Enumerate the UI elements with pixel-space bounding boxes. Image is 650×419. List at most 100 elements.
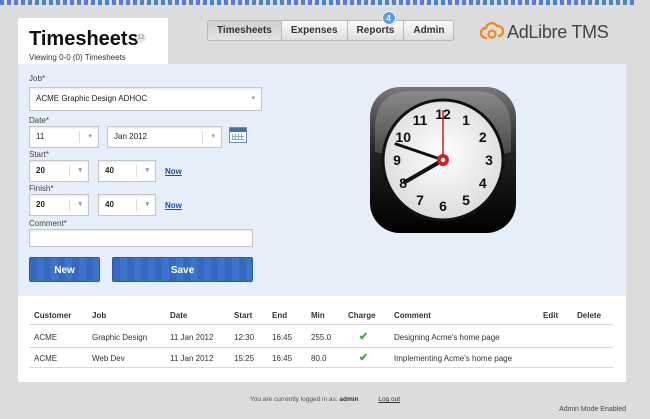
cell-customer: ACME xyxy=(34,354,58,363)
cell-date: 11 Jan 2012 xyxy=(170,354,214,363)
calendar-icon-grid xyxy=(232,134,244,140)
col-start: Start xyxy=(234,311,253,320)
cell-min: 255.0 xyxy=(311,333,332,342)
footer: You are currently logged in as: admin Lo… xyxy=(0,396,650,403)
tab-admin[interactable]: Admin xyxy=(404,21,453,40)
top-stripe xyxy=(0,0,650,5)
job-label: Job* xyxy=(29,74,46,83)
check-icon: ✔ xyxy=(359,331,369,343)
reports-badge: 4 xyxy=(381,11,396,25)
row-divider xyxy=(29,347,613,348)
page-title: Timesheets xyxy=(29,28,139,50)
new-button[interactable]: New xyxy=(29,257,100,282)
cell-start: 12:30 xyxy=(234,333,255,342)
main-nav: Timesheets Expenses Reports 4 Admin xyxy=(207,11,455,41)
save-button[interactable]: Save xyxy=(112,257,253,282)
select-separator xyxy=(79,131,80,143)
row-divider xyxy=(29,367,613,368)
col-date: Date xyxy=(170,311,188,320)
clock-numeral: 5 xyxy=(462,192,470,208)
clock-numeral: 6 xyxy=(439,198,447,214)
date-month-value: Jan 2012 xyxy=(114,132,147,141)
start-hour-select[interactable]: 20 ▾ xyxy=(29,160,89,182)
cell-end: 16:45 xyxy=(272,333,293,342)
start-minute-select[interactable]: 40 ▾ xyxy=(98,160,156,182)
select-separator xyxy=(202,131,203,143)
finish-label: Finish* xyxy=(29,184,54,193)
chevron-down-icon: ▾ xyxy=(78,167,82,174)
col-comment: Comment xyxy=(394,311,431,320)
col-customer: Customer xyxy=(34,311,72,320)
brand-logo: AdLibre TMS xyxy=(480,19,609,45)
select-separator xyxy=(136,165,137,177)
cell-job: Web Dev xyxy=(92,354,125,363)
cell-customer: ACME xyxy=(34,333,58,342)
date-month-select[interactable]: Jan 2012 ▾ xyxy=(107,126,222,148)
clock-numeral: 11 xyxy=(413,112,428,128)
select-separator xyxy=(69,199,70,211)
col-min: Min xyxy=(311,311,325,320)
cell-comment: Implementing Acme's home page xyxy=(394,354,513,363)
logged-in-user: admin xyxy=(339,396,359,403)
chevron-down-icon: ▾ xyxy=(145,201,149,208)
col-end: End xyxy=(272,311,288,320)
page-edge xyxy=(636,0,650,419)
job-select-value: ACME Graphic Design ADHOC xyxy=(36,94,148,103)
brand-suffix: TMS xyxy=(571,21,609,42)
finish-minute-select[interactable]: 40 ▾ xyxy=(98,194,156,216)
select-separator xyxy=(69,165,70,177)
chevron-down-icon: ▾ xyxy=(251,95,255,102)
start-now-link[interactable]: Now xyxy=(165,167,182,176)
logout-link[interactable]: Log out xyxy=(378,396,400,403)
brand-name: AdLibre xyxy=(507,21,567,42)
tab-timesheets[interactable]: Timesheets xyxy=(208,21,282,40)
chevron-down-icon: ▾ xyxy=(145,167,149,174)
start-label: Start* xyxy=(29,150,50,159)
col-edit: Edit xyxy=(543,311,559,320)
comment-label: Comment* xyxy=(29,219,67,228)
comment-input[interactable] xyxy=(29,229,253,247)
logged-in-text: You are currently logged in as: xyxy=(249,396,338,403)
check-icon: ✔ xyxy=(359,352,369,364)
clock-icon: 12 1234567891011 xyxy=(370,87,516,233)
chevron-down-icon: ▾ xyxy=(78,201,82,208)
select-separator xyxy=(136,199,137,211)
admin-mode-status: Admin Mode Enabled xyxy=(559,406,626,413)
col-charge: Charge xyxy=(348,311,376,320)
clock-numeral: 3 xyxy=(485,152,493,168)
calendar-icon-header xyxy=(230,128,246,132)
finish-minute-value: 40 xyxy=(105,200,114,209)
cell-date: 11 Jan 2012 xyxy=(170,333,214,342)
date-day-select[interactable]: 11 ▾ xyxy=(29,126,99,148)
tab-reports[interactable]: Reports 4 xyxy=(348,11,405,40)
finish-hour-select[interactable]: 20 ▾ xyxy=(29,194,89,216)
title-badge: 12 xyxy=(136,33,146,43)
cell-end: 16:45 xyxy=(272,354,293,363)
date-day-value: 11 xyxy=(36,132,45,141)
start-hour-value: 20 xyxy=(36,166,45,175)
clock-numeral: 2 xyxy=(479,129,487,145)
page-subtitle: Viewing 0-0 (0) Timesheets xyxy=(29,53,126,62)
clock-numeral: 10 xyxy=(395,129,411,145)
job-select[interactable]: ACME Graphic Design ADHOC ▾ xyxy=(29,87,262,111)
chevron-down-icon: ▾ xyxy=(88,133,92,140)
tab-expenses[interactable]: Expenses xyxy=(282,21,348,40)
start-minute-value: 40 xyxy=(105,166,114,175)
finish-now-link[interactable]: Now xyxy=(165,201,182,210)
cell-start: 15:25 xyxy=(234,354,255,363)
cell-min: 80.0 xyxy=(311,354,327,363)
clock-numeral: 1 xyxy=(462,112,470,128)
date-label: Date* xyxy=(29,116,50,125)
cloud-icon xyxy=(480,21,504,40)
clock-numeral: 9 xyxy=(393,152,401,168)
col-delete: Delete xyxy=(577,311,602,320)
calendar-icon[interactable] xyxy=(229,127,247,143)
cell-job: Graphic Design xyxy=(92,333,148,342)
finish-hour-value: 20 xyxy=(36,200,45,209)
chevron-down-icon: ▾ xyxy=(211,133,215,140)
col-job: Job xyxy=(92,311,107,320)
clock-numeral: 7 xyxy=(416,192,424,208)
clock-numeral: 4 xyxy=(479,175,487,191)
cell-comment: Designing Acme's home page xyxy=(394,333,500,342)
header-divider xyxy=(29,324,613,325)
